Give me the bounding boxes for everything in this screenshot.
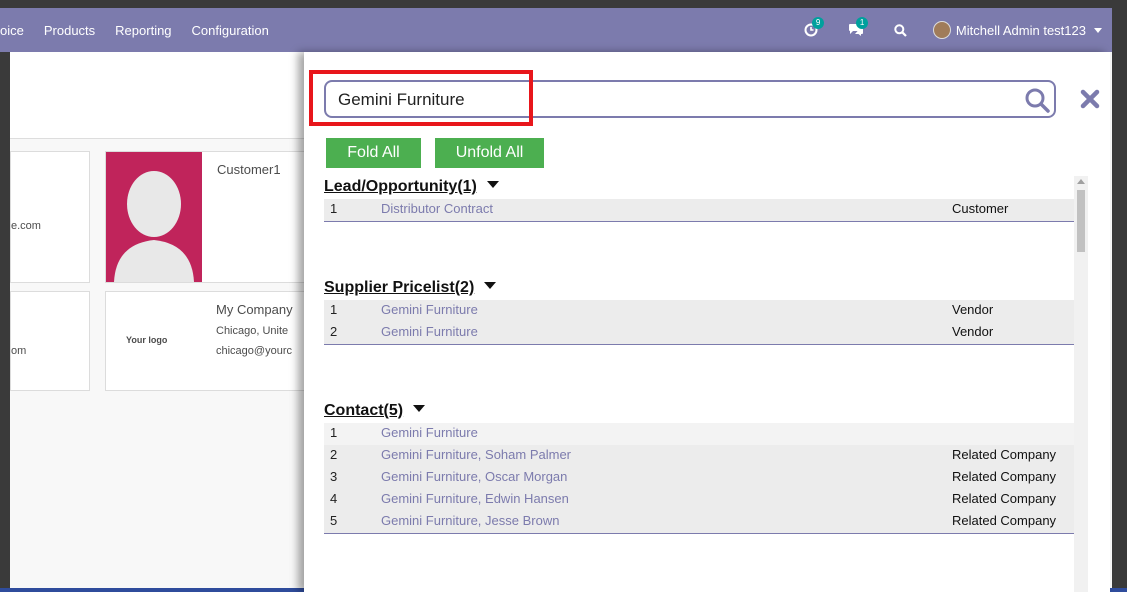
record-link[interactable]: Gemini Furniture, Jesse Brown <box>381 511 559 531</box>
global-search-panel: Fold All Unfold All Lead/Opportunity(1) … <box>304 52 1110 592</box>
row-number: 2 <box>330 447 338 462</box>
table-row[interactable]: 1 Gemini Furniture <box>324 423 1074 446</box>
caret-down-icon <box>484 282 497 289</box>
row-number: 1 <box>330 425 338 440</box>
messages-badge: 1 <box>855 17 869 29</box>
search-icon <box>894 23 907 37</box>
record-link[interactable]: Gemini Furniture, Edwin Hansen <box>381 489 569 509</box>
user-avatar <box>932 21 951 39</box>
annotation-highlight <box>309 70 533 126</box>
control-panel <box>10 52 310 139</box>
card-name: Customer1 <box>217 162 281 177</box>
menu-configuration[interactable]: Configuration <box>192 23 269 38</box>
person-icon <box>114 171 194 282</box>
section-header-lead[interactable]: Lead/Opportunity(1) <box>324 178 499 196</box>
record-link[interactable]: Gemini Furniture, Oscar Morgan <box>381 467 567 487</box>
unfold-all-button[interactable]: Unfold All <box>435 138 544 168</box>
caret-down-icon <box>413 405 426 412</box>
table-row[interactable]: 5 Gemini Furniture, Jesse Brown Related … <box>324 511 1074 534</box>
record-link[interactable]: Gemini Furniture <box>381 300 478 320</box>
kanban-card[interactable]: Your logo My Company Chicago, Unite chic… <box>105 291 307 391</box>
menu-reporting[interactable]: Reporting <box>115 23 171 38</box>
search-button[interactable] <box>894 23 907 37</box>
row-number: 1 <box>330 201 338 216</box>
fold-all-button[interactable]: Fold All <box>326 138 421 168</box>
row-number: 1 <box>330 302 338 317</box>
navbar-systray: 9 1 Mitchell Admin test123 <box>792 8 1102 52</box>
avatar-placeholder <box>106 152 202 282</box>
card-city: Chicago, Unite <box>216 325 289 337</box>
company-logo: Your logo <box>126 335 168 345</box>
record-type: Related Company <box>952 469 1057 484</box>
activity-button[interactable]: 9 <box>804 17 825 37</box>
activity-badge: 9 <box>811 17 825 29</box>
record-type: Related Company <box>952 491 1057 506</box>
record-type: Vendor <box>952 302 994 317</box>
kanban-card[interactable]: Customer1 <box>105 151 307 283</box>
card-email: om <box>11 345 27 357</box>
table-row[interactable]: 4 Gemini Furniture, Edwin Hansen Related… <box>324 489 1074 512</box>
card-email: chicago@yourc <box>216 345 292 357</box>
record-type: Customer <box>952 201 1009 216</box>
kanban-card[interactable]: e.com <box>10 151 90 283</box>
table-row[interactable]: 2 Gemini Furniture Vendor <box>324 322 1074 345</box>
section-title: Lead/Opportunity(1) <box>324 178 477 195</box>
section-header-contact[interactable]: Contact(5) <box>324 402 426 420</box>
close-icon <box>1080 89 1100 109</box>
kanban-card[interactable]: om <box>10 291 90 391</box>
card-name: My Company <box>216 302 293 317</box>
top-navbar: oice Products Reporting Configuration 9 … <box>0 8 1112 52</box>
row-number: 3 <box>330 469 338 484</box>
user-name: Mitchell Admin test123 <box>955 22 1086 38</box>
scroll-up-icon[interactable] <box>1077 179 1085 184</box>
search-submit-button[interactable] <box>1024 87 1050 116</box>
table-row[interactable]: 1 Gemini Furniture Vendor <box>324 300 1074 323</box>
record-type: Vendor <box>952 324 994 339</box>
record-link[interactable]: Distributor Contract <box>381 199 493 219</box>
row-number: 4 <box>330 491 338 506</box>
row-number: 2 <box>330 324 338 339</box>
record-type: Related Company <box>952 447 1057 462</box>
row-number: 5 <box>330 513 338 528</box>
close-button[interactable] <box>1080 89 1100 112</box>
record-link[interactable]: Gemini Furniture, Soham Palmer <box>381 445 571 465</box>
table-row[interactable]: 3 Gemini Furniture, Oscar Morgan Related… <box>324 467 1074 490</box>
section-title: Contact(5) <box>324 402 404 419</box>
record-link[interactable]: Gemini Furniture <box>381 322 478 342</box>
record-type: Related Company <box>952 513 1057 528</box>
main-menu: oice Products Reporting Configuration <box>0 8 289 52</box>
chevron-down-icon <box>1094 27 1102 33</box>
search-icon <box>1025 88 1050 113</box>
table-row[interactable]: 2 Gemini Furniture, Soham Palmer Related… <box>324 445 1074 468</box>
section-header-supplier-pricelist[interactable]: Supplier Pricelist(2) <box>324 279 497 297</box>
menu-invoice[interactable]: oice <box>0 23 24 38</box>
caret-down-icon <box>486 181 499 188</box>
messages-button[interactable]: 1 <box>848 17 869 37</box>
section-title: Supplier Pricelist(2) <box>324 279 475 296</box>
card-email: e.com <box>11 220 41 232</box>
user-menu[interactable]: Mitchell Admin test123 <box>932 21 1102 39</box>
results-scrollbar[interactable] <box>1074 176 1088 592</box>
scroll-thumb[interactable] <box>1077 190 1085 252</box>
record-link[interactable]: Gemini Furniture <box>381 423 478 443</box>
search-results: Lead/Opportunity(1) 1 Distributor Contra… <box>324 176 1074 592</box>
table-row[interactable]: 1 Distributor Contract Customer <box>324 199 1074 222</box>
menu-products[interactable]: Products <box>44 23 95 38</box>
